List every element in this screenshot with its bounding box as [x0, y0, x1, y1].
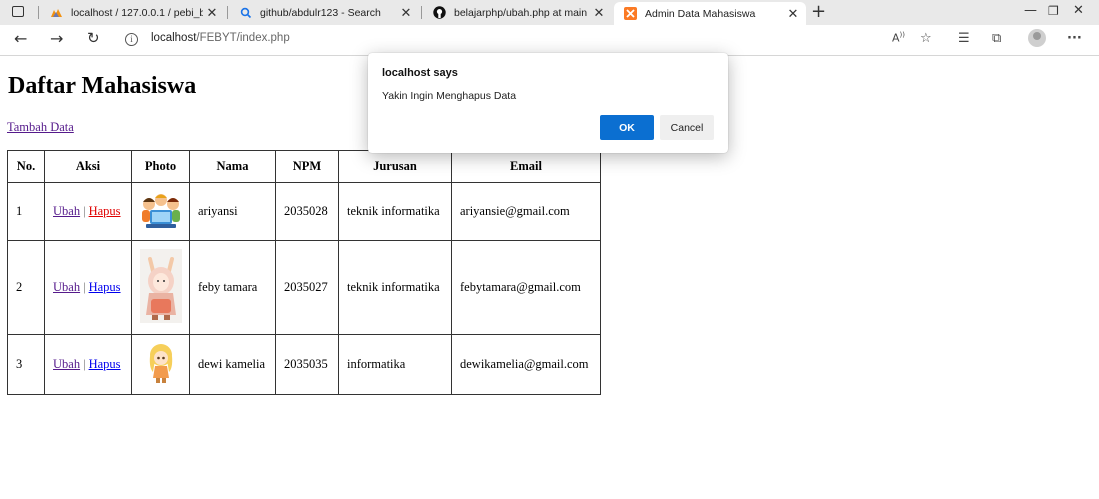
cell-no: 1 [7, 182, 45, 241]
close-tab-icon[interactable]: ✕ [590, 5, 608, 21]
ok-button[interactable]: OK [600, 115, 654, 140]
cell-photo [131, 182, 190, 241]
dialog-message: Yakin Ingin Menghapus Data [382, 90, 517, 102]
table-row: 3 Ubah | Hapus dewi kamelia 2035035 info… [7, 334, 601, 395]
edit-link[interactable]: Ubah [53, 280, 80, 294]
col-email: Email [451, 150, 601, 183]
col-nama: Nama [189, 150, 276, 183]
site-info-icon[interactable]: i [125, 33, 138, 46]
cell-photo [131, 334, 190, 395]
cell-npm: 2035028 [275, 182, 339, 241]
xampp-icon [624, 7, 637, 20]
confirm-dialog: localhost says Yakin Ingin Menghapus Dat… [368, 53, 728, 153]
add-data-link[interactable]: Tambah Data [7, 120, 74, 135]
close-window-icon[interactable]: ✕ [1073, 3, 1084, 18]
cell-jurusan: teknik informatika [338, 182, 452, 241]
col-aksi: Aksi [44, 150, 132, 183]
more-icon[interactable]: ··· [1067, 31, 1082, 46]
students-table: No. Aksi Photo Nama NPM Jurusan Email 1 … [7, 150, 601, 395]
collections-icon[interactable]: ⧉ [992, 31, 1001, 46]
search-icon [239, 6, 252, 19]
restore-icon[interactable]: ❐ [1048, 4, 1059, 18]
close-tab-icon[interactable]: ✕ [784, 6, 802, 22]
col-jurusan: Jurusan [338, 150, 452, 183]
tab-strip: localhost / 127.0.0.1 / pebi_belaj ✕ git… [0, 0, 1099, 25]
cell-no: 3 [7, 334, 45, 395]
cell-aksi: Ubah | Hapus [44, 182, 132, 241]
cell-aksi: Ubah | Hapus [44, 334, 132, 395]
col-npm: NPM [275, 150, 339, 183]
cell-email: ariyansie@gmail.com [451, 182, 601, 241]
address-field[interactable]: localhost/FEBYT/index.php [151, 32, 290, 44]
tab-separator [421, 6, 422, 19]
cell-nama: ariyansi [189, 182, 276, 241]
delete-link[interactable]: Hapus [89, 357, 121, 371]
cell-npm: 2035027 [275, 240, 339, 335]
tab-github-file[interactable]: belajarphp/ubah.php at main · ab ✕ [423, 0, 612, 25]
phpmyadmin-icon [50, 6, 63, 19]
favorites-icon[interactable]: ☰ [958, 31, 970, 46]
edit-link[interactable]: Ubah [53, 204, 80, 218]
minimize-icon[interactable]: — [1024, 3, 1037, 18]
cell-nama: dewi kamelia [189, 334, 276, 395]
table-row: 2 Ubah | Hapus feby tamara 2035027 tekni… [7, 240, 601, 335]
cell-jurusan: teknik informatika [338, 240, 452, 335]
cell-no: 2 [7, 240, 45, 335]
table-row: 1 Ubah | Hapus ariyansi 2035028 teknik i… [7, 182, 601, 241]
delete-link[interactable]: Hapus [89, 280, 121, 294]
tab-phpmyadmin[interactable]: localhost / 127.0.0.1 / pebi_belaj ✕ [40, 0, 225, 25]
student-photo [141, 193, 180, 228]
cell-email: dewikamelia@gmail.com [451, 334, 601, 395]
student-photo [139, 248, 182, 323]
cancel-button[interactable]: Cancel [660, 115, 714, 140]
edit-link[interactable]: Ubah [53, 357, 80, 371]
cell-photo [131, 240, 190, 335]
col-photo: Photo [131, 150, 190, 183]
tab-github-search[interactable]: github/abdulr123 - Search ✕ [229, 0, 419, 25]
close-tab-icon[interactable]: ✕ [203, 5, 221, 21]
col-no: No. [7, 150, 45, 183]
delete-link[interactable]: Hapus [89, 204, 121, 218]
github-icon [433, 6, 446, 19]
new-tab-icon[interactable]: + [811, 1, 826, 22]
refresh-icon[interactable]: ↻ [87, 29, 100, 47]
cell-nama: feby tamara [189, 240, 276, 335]
table-header-row: No. Aksi Photo Nama NPM Jurusan Email [7, 150, 601, 183]
forward-icon[interactable]: → [50, 29, 63, 48]
tab-actions-icon[interactable] [12, 6, 24, 17]
add-favorite-icon[interactable]: ☆ [920, 31, 932, 46]
close-tab-icon[interactable]: ✕ [397, 5, 415, 21]
address-toolbar: ← → ↻ i localhost/FEBYT/index.php A)) ☆ … [0, 25, 1099, 56]
tab-separator [38, 6, 39, 19]
cell-email: febytamara@gmail.com [451, 240, 601, 335]
student-photo [149, 343, 172, 383]
cell-aksi: Ubah | Hapus [44, 240, 132, 335]
cell-jurusan: informatika [338, 334, 452, 395]
read-aloud-icon[interactable]: A)) [892, 31, 905, 45]
cell-npm: 2035035 [275, 334, 339, 395]
page-title: Daftar Mahasiswa [8, 73, 197, 99]
dialog-title: localhost says [382, 67, 458, 79]
back-icon[interactable]: ← [14, 29, 27, 48]
profile-avatar[interactable] [1028, 29, 1046, 47]
tab-separator [227, 6, 228, 19]
tab-admin-data-mahasiswa[interactable]: Admin Data Mahasiswa ✕ [614, 2, 806, 25]
